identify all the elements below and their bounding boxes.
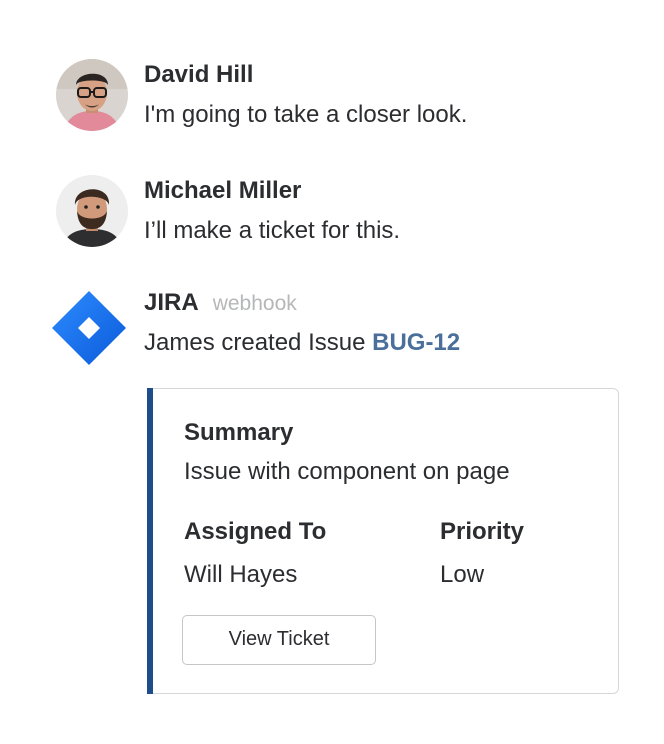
author-name[interactable]: David Hill [144,61,253,89]
message-david-hill: David Hill I'm going to take a closer lo… [56,59,636,135]
summary-label: Summary [184,419,294,446]
message-jira: JIRA webhook James created Issue BUG-12 [52,289,636,365]
priority-value: Low [440,561,485,588]
avatar-david-hill[interactable] [56,59,128,131]
person-glasses-avatar [56,59,128,131]
summary-value: Issue with component on page [184,458,510,485]
assigned-to-label: Assigned To [184,518,327,545]
message-text: James created Issue BUG-12 [144,329,460,357]
priority-label: Priority [440,518,525,545]
view-ticket-button[interactable]: View Ticket [182,615,376,665]
jira-logo-icon [52,291,126,365]
avatar-michael-miller[interactable] [56,175,128,247]
author-name[interactable]: JIRA webhook [144,289,297,317]
avatar-jira[interactable] [50,289,126,365]
message-michael-miller: Michael Miller I’ll make a ticket for th… [56,175,636,251]
message-text: I'm going to take a closer look. [144,101,468,128]
bot-name[interactable]: JIRA [144,289,199,316]
attachment-accent-bar [147,388,153,694]
assigned-to-value: Will Hayes [184,561,298,588]
issue-link[interactable]: BUG-12 [372,329,460,356]
person-beard-avatar [56,175,128,247]
author-name[interactable]: Michael Miller [144,177,301,205]
message-text-prefix: James created Issue [144,329,373,356]
message-text: I’ll make a ticket for this. [144,217,401,244]
webhook-tag: webhook [212,292,297,315]
